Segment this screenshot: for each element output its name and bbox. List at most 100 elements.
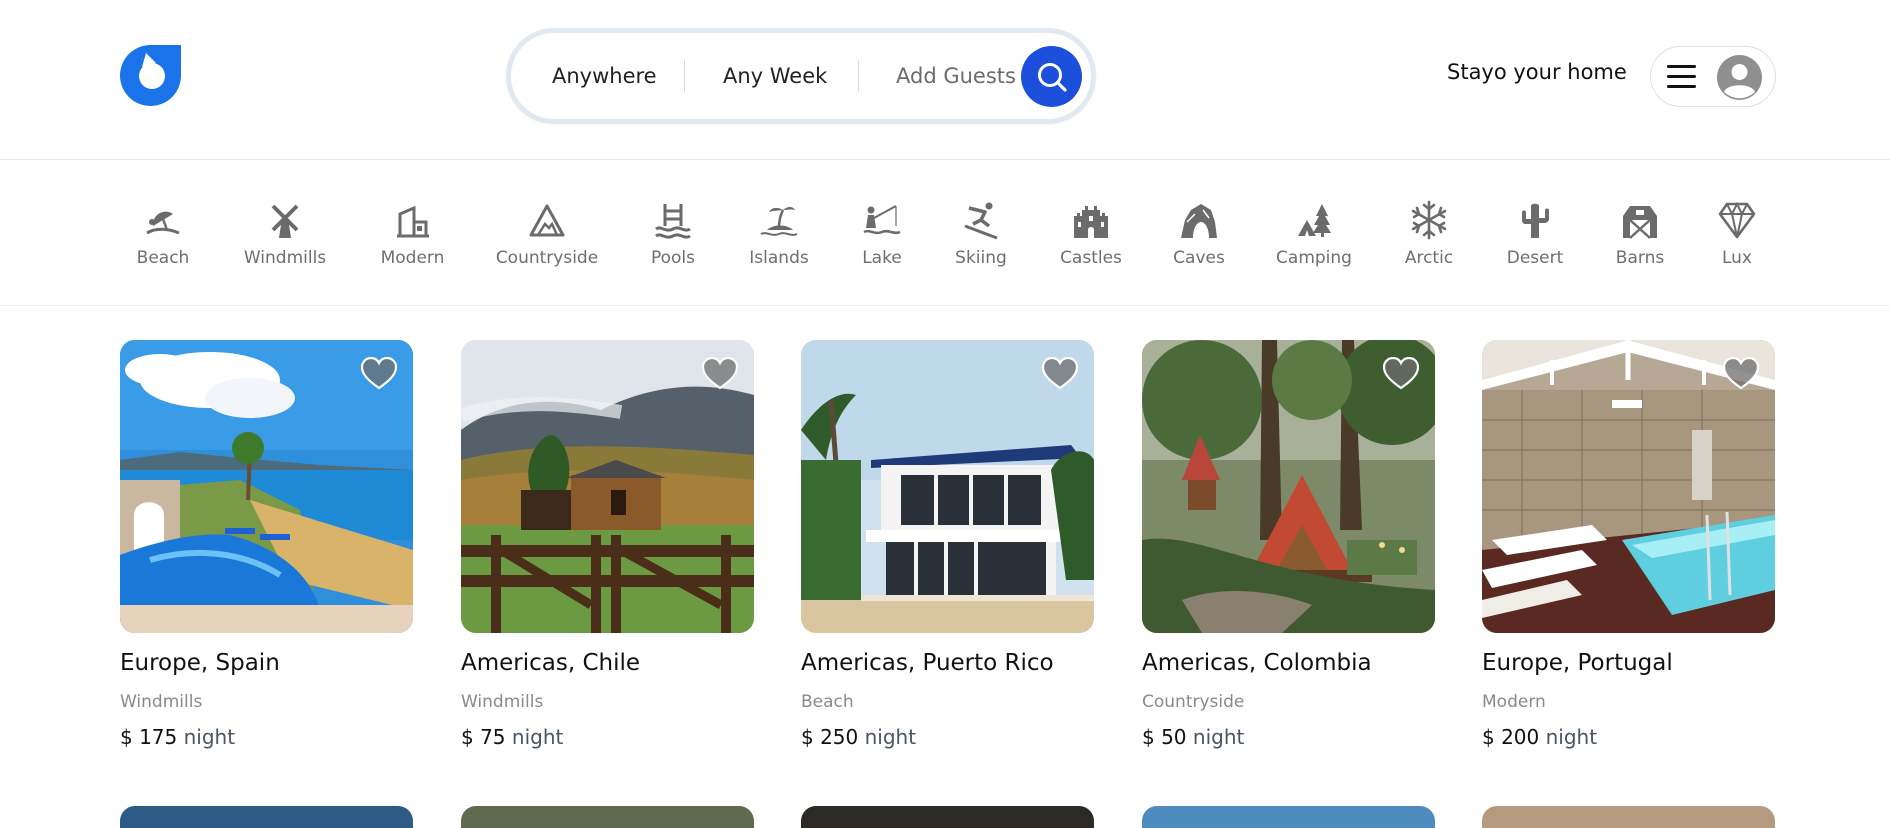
skiing-icon (964, 202, 998, 240)
listing-photo[interactable] (1482, 340, 1775, 633)
listing-photo-partial[interactable] (1482, 806, 1775, 828)
price-unit: night (1192, 725, 1245, 749)
category-label: Caves (1173, 248, 1225, 268)
listing-card[interactable]: Americas, Chile Windmills $ 75 night (461, 340, 754, 749)
castle-icon (1074, 206, 1108, 238)
category-arctic[interactable]: Arctic (1403, 200, 1455, 280)
favorite-heart-icon[interactable] (702, 357, 738, 390)
island-icon (760, 207, 798, 236)
favorite-heart-icon[interactable] (1723, 357, 1759, 390)
favorite-heart-icon[interactable] (1383, 357, 1419, 390)
category-islands[interactable]: Islands (748, 200, 810, 280)
listing-category: Modern (1482, 692, 1546, 712)
listing-price: $ 200 night (1482, 725, 1775, 749)
category-label: Barns (1615, 248, 1665, 268)
mountain-icon (529, 204, 565, 237)
listing-photo[interactable] (801, 340, 1094, 633)
windmill-icon (271, 204, 299, 238)
pool-icon (655, 204, 691, 239)
category-label: Pools (650, 248, 696, 268)
beach-icon (146, 211, 180, 235)
listing-card[interactable]: Europe, Spain Windmills $ 175 night (120, 340, 413, 749)
favorite-heart-icon[interactable] (1042, 357, 1078, 390)
category-label: Castles (1060, 248, 1122, 268)
search-any-week[interactable]: Any Week (723, 33, 827, 119)
listing-card[interactable]: Europe, Portugal Modern $ 200 night (1482, 340, 1775, 749)
lake-icon (863, 205, 901, 235)
category-windmills[interactable]: Windmills (243, 200, 327, 280)
category-label: Windmills (243, 248, 327, 268)
category-label: Camping (1276, 248, 1352, 268)
category-lake[interactable]: Lake (862, 200, 902, 280)
category-label: Desert (1506, 248, 1564, 268)
listing-location: Americas, Puerto Rico (801, 650, 1054, 676)
listing-photo-partial[interactable] (461, 806, 754, 828)
listing-photo[interactable] (120, 340, 413, 633)
top-header: Anywhere Any Week Add Guests Stayo your … (0, 0, 1890, 160)
price-amount: $ 250 (801, 725, 859, 749)
listing-price: $ 50 night (1142, 725, 1435, 749)
droplet-logo-icon[interactable] (120, 45, 181, 106)
price-amount: $ 200 (1482, 725, 1540, 749)
category-barns[interactable]: Barns (1614, 200, 1666, 280)
category-beach[interactable]: Beach (134, 200, 192, 280)
listing-category: Windmills (461, 692, 544, 712)
cactus-icon (1522, 203, 1549, 238)
category-lux[interactable]: Lux (1716, 200, 1758, 280)
price-unit: night (1545, 725, 1598, 749)
barn-icon (1623, 206, 1657, 239)
listing-photo[interactable] (1142, 340, 1435, 633)
listing-location: Americas, Chile (461, 650, 641, 676)
search-icon (1037, 62, 1067, 92)
category-countryside[interactable]: Countryside (496, 200, 598, 280)
camping-icon (1298, 204, 1331, 237)
snowflake-icon (1411, 200, 1447, 240)
modern-building-icon (396, 205, 429, 238)
category-label: Beach (136, 248, 190, 268)
search-button[interactable] (1021, 46, 1082, 107)
user-avatar-icon (1717, 55, 1762, 100)
listing-category: Windmills (120, 692, 203, 712)
price-unit: night (183, 725, 236, 749)
category-label: Lake (862, 248, 902, 268)
listing-card[interactable]: Americas, Puerto Rico Beach $ 250 night (801, 340, 1094, 749)
user-menu-button[interactable] (1650, 46, 1776, 107)
hamburger-menu-icon (1667, 65, 1696, 88)
favorite-heart-icon[interactable] (361, 357, 397, 390)
price-unit: night (864, 725, 917, 749)
listing-photo[interactable] (461, 340, 754, 633)
listing-card[interactable]: Americas, Colombia Countryside $ 50 nigh… (1142, 340, 1435, 749)
listing-price: $ 175 night (120, 725, 413, 749)
search-divider (858, 60, 859, 92)
price-amount: $ 175 (120, 725, 178, 749)
listing-category: Beach (801, 692, 854, 712)
host-your-home-link[interactable]: Stayo your home (1447, 60, 1627, 84)
listing-location: Europe, Spain (120, 650, 280, 676)
search-divider (684, 60, 685, 92)
listing-location: Americas, Colombia (1142, 650, 1372, 676)
price-unit: night (511, 725, 564, 749)
listing-category: Countryside (1142, 692, 1245, 712)
category-bar: Beach Windmills Modern Countryside Pools… (0, 160, 1890, 306)
search-anywhere[interactable]: Anywhere (552, 33, 657, 119)
category-modern[interactable]: Modern (380, 200, 445, 280)
category-label: Modern (380, 248, 445, 268)
category-label: Arctic (1404, 248, 1454, 268)
listing-photo-partial[interactable] (1142, 806, 1435, 828)
search-add-guests[interactable]: Add Guests (896, 33, 1016, 119)
category-label: Skiing (955, 248, 1007, 268)
diamond-icon (1718, 201, 1756, 239)
category-caves[interactable]: Caves (1173, 200, 1225, 280)
category-label: Islands (749, 248, 809, 268)
category-camping[interactable]: Camping (1276, 200, 1352, 280)
listing-price: $ 75 night (461, 725, 754, 749)
price-amount: $ 50 (1142, 725, 1187, 749)
search-bar[interactable]: Anywhere Any Week Add Guests (506, 28, 1096, 124)
category-pools[interactable]: Pools (648, 200, 698, 280)
listing-photo-partial[interactable] (120, 806, 413, 828)
cave-icon (1181, 204, 1217, 238)
category-castles[interactable]: Castles (1060, 200, 1122, 280)
category-desert[interactable]: Desert (1507, 200, 1563, 280)
category-skiing[interactable]: Skiing (955, 200, 1007, 280)
listing-photo-partial[interactable] (801, 806, 1094, 828)
